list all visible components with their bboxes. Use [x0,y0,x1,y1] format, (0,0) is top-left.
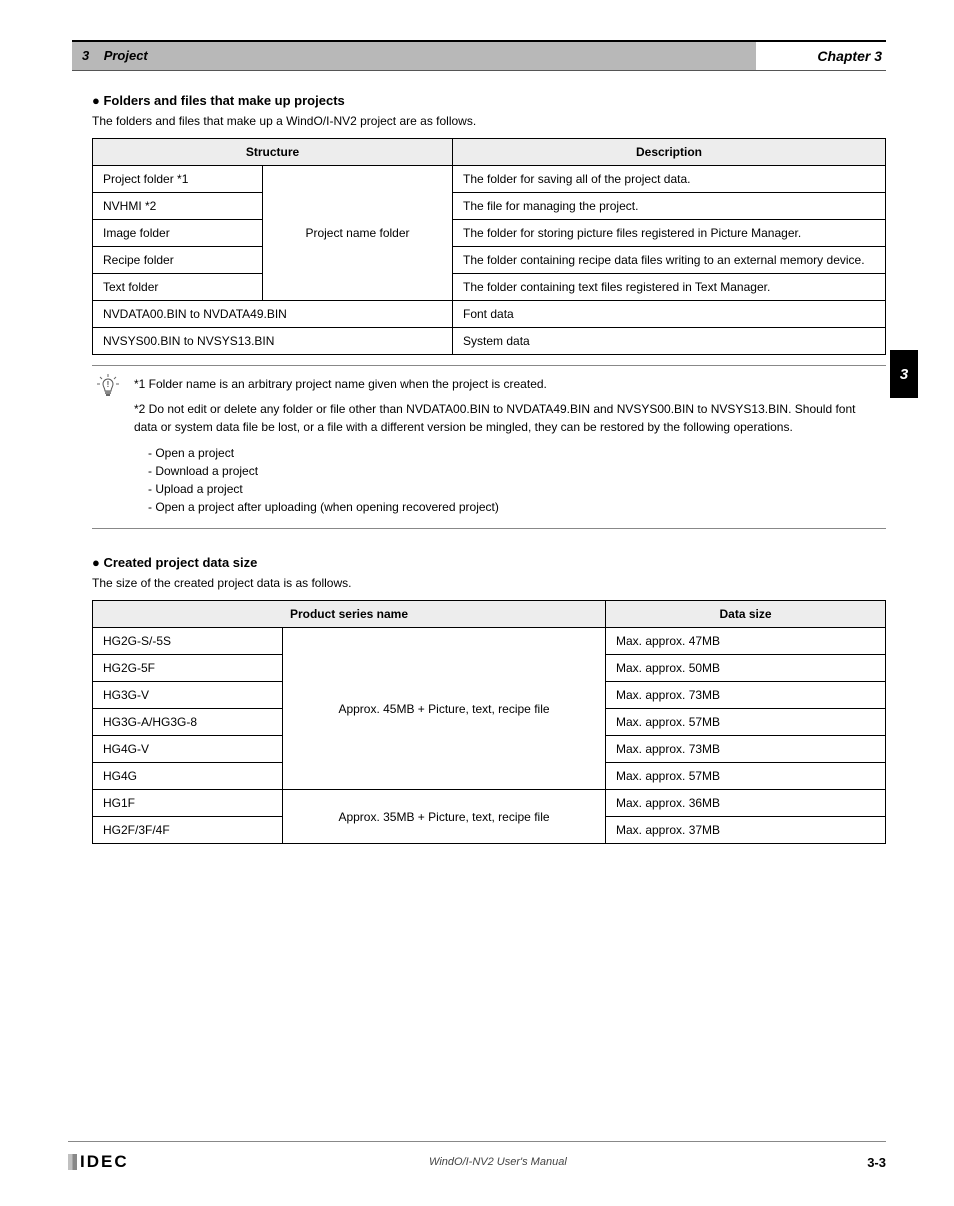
cell: Font data [453,301,886,328]
cell: Max. approx. 36MB [606,790,886,817]
note-p2: *2 Do not edit or delete any folder or f… [134,401,878,436]
chapter-ref: Chapter 3 [756,42,886,70]
cell: NVHMI *2 [93,193,263,220]
cell: NVDATA00.BIN to NVDATA49.BIN [93,301,453,328]
cell: HG4G [93,763,283,790]
note-bullet: - Open a project after uploading (when o… [148,498,878,516]
subsection-1-desc: The folders and files that make up a Win… [72,114,886,128]
page-header: 3 Project Chapter 3 [72,40,886,71]
note-bullet: - Upload a project [148,480,878,498]
cell: The folder for storing picture files reg… [453,220,886,247]
cell: The folder for saving all of the project… [453,166,886,193]
cell: Max. approx. 73MB [606,682,886,709]
table-row: HG1F Approx. 35MB + Picture, text, recip… [93,790,886,817]
cell: Max. approx. 57MB [606,709,886,736]
cell: Max. approx. 73MB [606,736,886,763]
table-row: NVSYS00.BIN to NVSYS13.BIN System data [93,328,886,355]
page-number: 3-3 [867,1155,886,1170]
cell: System data [453,328,886,355]
cell: The file for managing the project. [453,193,886,220]
cell: HG3G-A/HG3G-8 [93,709,283,736]
cell-group: Approx. 35MB + Picture, text, recipe fil… [283,790,606,844]
table-row: Recipe folder The folder containing reci… [93,247,886,274]
cell: NVSYS00.BIN to NVSYS13.BIN [93,328,453,355]
section-breadcrumb: 3 Project [72,42,756,70]
cell: Recipe folder [93,247,263,274]
table-row: Image folder The folder for storing pict… [93,220,886,247]
cell: HG2G-5F [93,655,283,682]
cell: The folder containing recipe data files … [453,247,886,274]
logo-mark-icon [68,1154,77,1170]
cell: Max. approx. 50MB [606,655,886,682]
cell: The folder containing text files registe… [453,274,886,301]
cell: Project folder *1 [93,166,263,193]
note-bullet: - Open a project [148,444,878,462]
idec-logo: IDEC [68,1152,129,1172]
note-p1: *1 Folder name is an arbitrary project n… [134,376,878,393]
section-num: 3 [82,48,89,63]
table-row: NVHMI *2 The file for managing the proje… [93,193,886,220]
table1-header-structure: Structure [93,139,453,166]
svg-text:!: ! [107,380,110,389]
cell-group: Approx. 45MB + Picture, text, recipe fil… [283,628,606,790]
note-block: ! *1 Folder name is an arbitrary project… [92,365,886,529]
subsection-2-label: Created project data size [103,555,257,570]
subsection-title-2: ● Created project data size [72,555,886,570]
table2-header-product: Product series name [93,601,606,628]
subsection-1-label: Folders and files that make up projects [103,93,344,108]
cell-group: Project name folder [263,166,453,301]
project-size-table: Product series name Data size HG2G-S/-5S… [92,600,886,844]
table-row: Text folder The folder containing text f… [93,274,886,301]
cell: Image folder [93,220,263,247]
cell: HG2F/3F/4F [93,817,283,844]
table-row: HG2G-S/-5S Approx. 45MB + Picture, text,… [93,628,886,655]
project-structure-table: Structure Description Project folder *1 … [92,138,886,355]
cell: HG4G-V [93,736,283,763]
page-footer: IDEC WindO/I-NV2 User's Manual 3-3 [68,1141,886,1172]
subsection-title-1: ● Folders and files that make up project… [72,93,886,108]
chapter-tab: 3 [890,350,918,398]
logo-text: IDEC [80,1152,129,1172]
cell: HG3G-V [93,682,283,709]
cell: Max. approx. 47MB [606,628,886,655]
note-bullet: - Download a project [148,462,878,480]
doc-title: WindO/I-NV2 User's Manual [429,1156,567,1168]
subsection-2-desc: The size of the created project data is … [72,576,886,590]
table2-header-size: Data size [606,601,886,628]
table1-header-description: Description [453,139,886,166]
section-title: Project [104,48,148,63]
cell: Text folder [93,274,263,301]
cell: HG1F [93,790,283,817]
table-row: NVDATA00.BIN to NVDATA49.BIN Font data [93,301,886,328]
table-row: Project folder *1 Project name folder Th… [93,166,886,193]
cell: Max. approx. 37MB [606,817,886,844]
cell: HG2G-S/-5S [93,628,283,655]
lightbulb-icon: ! [96,374,120,402]
cell: Max. approx. 57MB [606,763,886,790]
